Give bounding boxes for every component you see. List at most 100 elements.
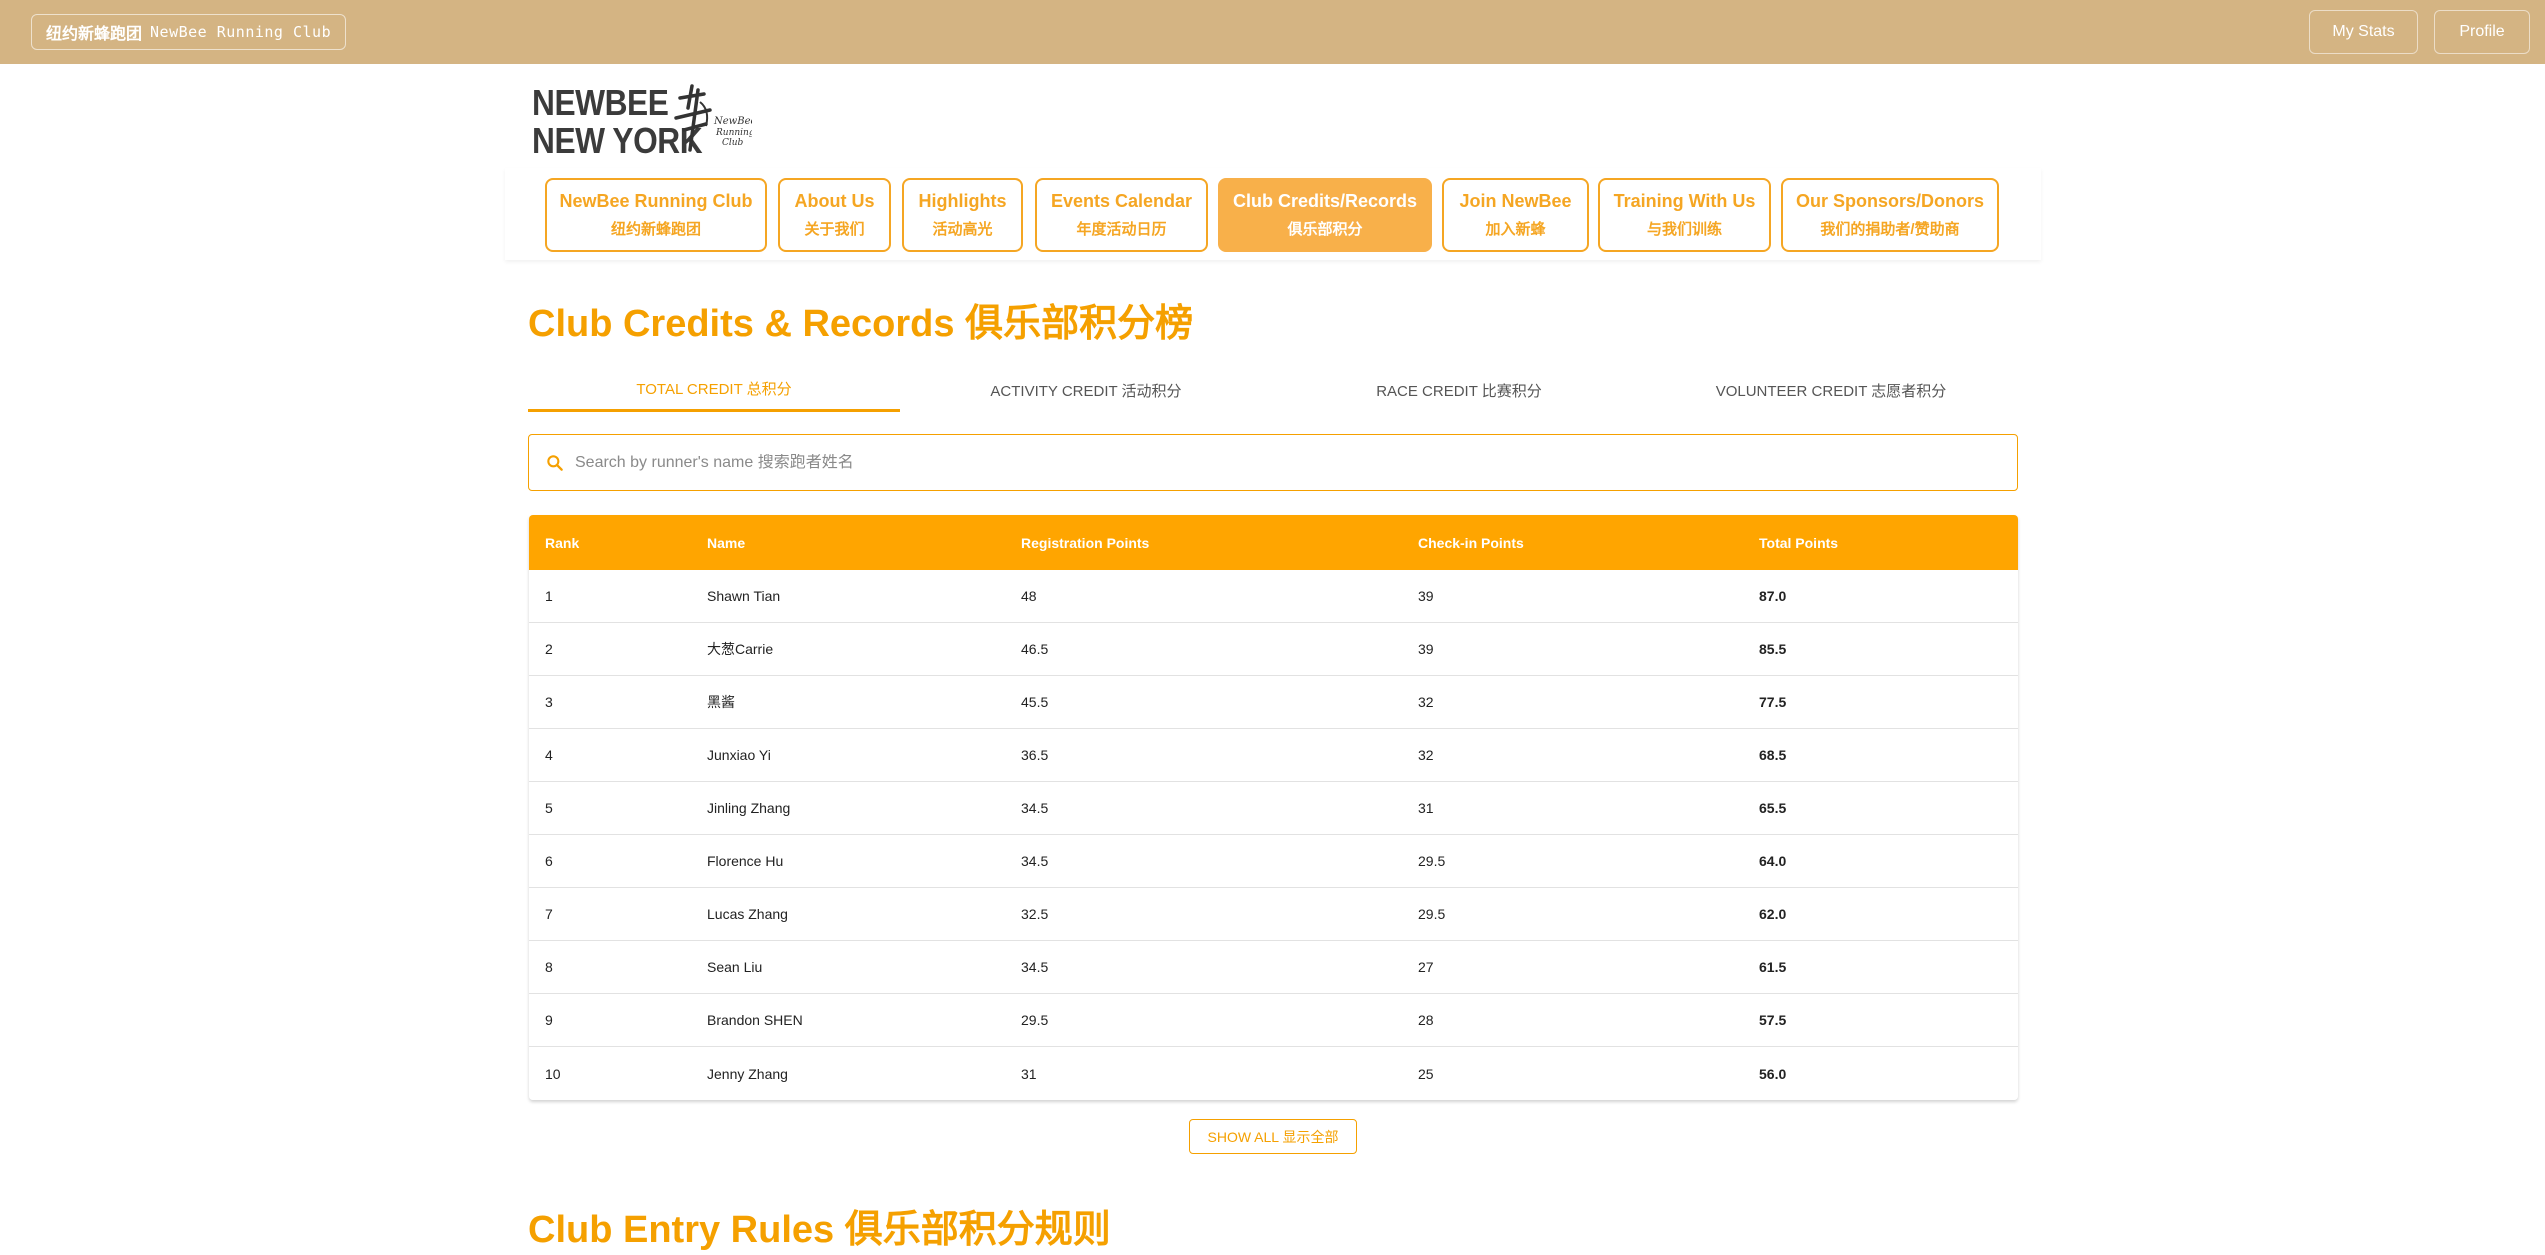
cell-name: Jinling Zhang [707, 800, 791, 816]
cell-name: Florence Hu [707, 853, 784, 869]
brand-en: NewBee Running Club [150, 23, 332, 41]
cell-registration-points: 36.5 [1021, 747, 1049, 763]
nav-club-credits[interactable]: Club Credits/Records 俱乐部积分 [1218, 178, 1432, 252]
cell-total-points: 56.0 [1759, 1065, 1787, 1082]
nav-label-cn: 年度活动日历 [1076, 221, 1167, 238]
cell-name: 黑酱 [707, 694, 735, 710]
credit-tabs: TOTAL CREDIT 总积分 ACTIVITY CREDIT 活动积分 RA… [528, 368, 2018, 412]
nav-label-en: Club Credits/Records [1232, 191, 1418, 211]
cell-checkin-points: 31 [1418, 800, 1434, 816]
cell-name: Brandon SHEN [707, 1012, 803, 1028]
nav-label-cn: 加入新蜂 [1485, 221, 1546, 238]
cell-registration-points: 45.5 [1021, 694, 1049, 710]
header-registration-points[interactable]: Registration Points [1005, 535, 1402, 551]
cell-checkin-points: 39 [1418, 641, 1434, 657]
nav-label-en: Events Calendar [1050, 191, 1193, 211]
table-row: 4 Junxiao Yi 36.5 32 68.5 [529, 729, 2018, 782]
cell-name: Jenny Zhang [707, 1065, 788, 1082]
table-row: 9 Brandon SHEN 29.5 28 57.5 [529, 994, 2018, 1047]
nav-label-cn: 活动高光 [932, 221, 993, 238]
nav-join-newbee[interactable]: Join NewBee 加入新蜂 [1442, 178, 1589, 252]
table-header: Rank Name Registration Points Check-in P… [529, 515, 2018, 570]
rules-title: Club Entry Rules 俱乐部积分规则 [528, 1209, 1111, 1251]
nav-label-cn: 与我们训练 [1646, 221, 1722, 238]
nav-training-with-us[interactable]: Training With Us 与我们训练 [1598, 178, 1771, 252]
header-rank[interactable]: Rank [529, 535, 691, 551]
cell-rank: 9 [545, 1012, 553, 1028]
page-title: Club Credits & Records 俱乐部积分榜 [528, 303, 1194, 345]
profile-button[interactable]: Profile [2434, 10, 2530, 54]
nav-highlights[interactable]: Highlights 活动高光 [902, 178, 1023, 252]
logo-line1: NEWBEE [532, 82, 669, 123]
search-icon [547, 454, 563, 471]
cell-name: Shawn Tian [707, 588, 781, 604]
cell-rank: 8 [545, 959, 553, 975]
cell-checkin-points: 25 [1418, 1065, 1434, 1082]
cell-rank: 5 [545, 800, 553, 816]
header-name[interactable]: Name [691, 535, 1005, 551]
cell-checkin-points: 28 [1418, 1012, 1434, 1028]
header-checkin-points[interactable]: Check-in Points [1402, 535, 1743, 551]
tab-total-credit[interactable]: TOTAL CREDIT 总积分 [528, 368, 900, 412]
cell-checkin-points: 32 [1418, 694, 1434, 710]
table-row: 2 大葱Carrie 46.5 39 85.5 [529, 623, 2018, 676]
main-nav: NewBee Running Club 纽约新蜂跑团 About Us 关于我们… [505, 168, 2041, 260]
table-row: 3 黑酱 45.5 32 77.5 [529, 676, 2018, 729]
search-box[interactable] [528, 434, 2018, 491]
cell-name: Junxiao Yi [707, 747, 771, 763]
tab-race-credit[interactable]: RACE CREDIT 比赛积分 [1273, 368, 1645, 412]
table-row: 7 Lucas Zhang 32.5 29.5 62.0 [529, 888, 2018, 941]
tab-activity-credit[interactable]: ACTIVITY CREDIT 活动积分 [900, 368, 1272, 412]
nav-label-en: Our Sponsors/Donors [1795, 191, 1984, 211]
tab-volunteer-credit[interactable]: VOLUNTEER CREDIT 志愿者积分 [1645, 368, 2017, 412]
nav-label-cn: 纽约新蜂跑团 [610, 221, 701, 238]
cell-rank: 1 [545, 588, 553, 604]
svg-text:Running: Running [715, 128, 752, 138]
cell-name: Sean Liu [707, 959, 763, 975]
club-logo[interactable]: NEWBEE NEW YORK NewBee Running Club [532, 80, 752, 161]
header-total-points[interactable]: Total Points [1743, 535, 2018, 551]
table-row: 8 Sean Liu 34.5 27 61.5 [529, 941, 2018, 994]
cell-total-points: 87.0 [1759, 588, 1787, 604]
cell-registration-points: 46.5 [1021, 641, 1049, 657]
table-row: 5 Jinling Zhang 34.5 31 65.5 [529, 782, 2018, 835]
brand-cn: 纽约新蜂跑团 [46, 26, 143, 43]
nav-newbee-running-club[interactable]: NewBee Running Club 纽约新蜂跑团 [545, 178, 767, 252]
cell-registration-points: 34.5 [1021, 853, 1049, 869]
nav-label-en: NewBee Running Club [559, 191, 753, 211]
cell-total-points: 57.5 [1759, 1012, 1787, 1028]
cell-total-points: 68.5 [1759, 747, 1787, 763]
cell-checkin-points: 39 [1418, 588, 1434, 604]
cell-registration-points: 34.5 [1021, 800, 1049, 816]
nav-sponsors-donors[interactable]: Our Sponsors/Donors 我们的捐助者/赞助商 [1781, 178, 1999, 252]
svg-text:NewBee: NewBee [713, 116, 752, 127]
cell-rank: 4 [545, 747, 553, 763]
table-body: 1 Shawn Tian 4 8 39 87.0 2 大葱Carrie 46.5 39 85.5 3 黑… [529, 570, 2018, 1100]
cell-registration-points: 31 [1021, 1065, 1037, 1082]
cell-rank: 10 [545, 1065, 561, 1082]
table-row: 10 Jenny Zhang 31 25 56.0 [529, 1047, 2018, 1100]
cell-registration-points: 34.5 [1021, 959, 1049, 975]
cell-checkin-points: 29.5 [1418, 906, 1446, 922]
svg-text:Club: Club [722, 138, 744, 148]
nav-events-calendar[interactable]: Events Calendar 年度活动日历 [1035, 178, 1208, 252]
cell-total-points: 62.0 [1759, 906, 1787, 922]
cell-name: Lucas Zhang [707, 906, 788, 922]
cell-rank: 2 [545, 641, 553, 657]
cell-checkin-points: 29.5 [1418, 853, 1446, 869]
nav-label-en: Join NewBee [1459, 191, 1572, 211]
brand-chip[interactable]: 纽约新蜂跑团 NewBee Running Club [31, 14, 347, 50]
nav-about-us[interactable]: About Us 关于我们 [778, 178, 891, 252]
nav-label-en: About Us [794, 191, 875, 211]
nav-label-cn: 关于我们 [804, 221, 865, 238]
cell-checkin-points: 32 [1418, 747, 1434, 763]
search-input[interactable] [575, 453, 1975, 472]
cell-name: 大葱Carrie [707, 641, 774, 657]
show-all-button[interactable]: SHOW ALL 显示全部 [1189, 1119, 1357, 1154]
my-stats-button[interactable]: My Stats [2309, 10, 2418, 54]
cell-total-points: 85.5 [1759, 641, 1787, 657]
runner-calligraphy-icon: NewBee Running Club [674, 84, 752, 152]
cell-rank: 3 [545, 694, 553, 710]
cell-registration-points: 32.5 [1021, 906, 1049, 922]
cell-total-points: 65.5 [1759, 800, 1787, 816]
